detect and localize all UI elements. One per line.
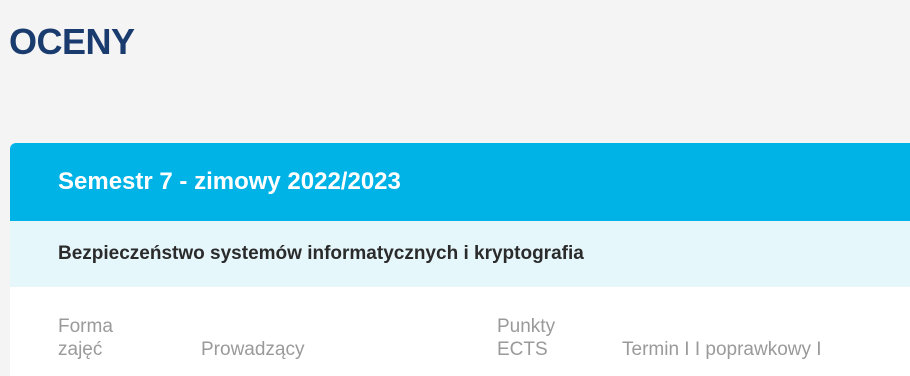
column-header-punkty-line2: ECTS xyxy=(497,339,548,360)
column-header-punkty-line1: Punkty xyxy=(497,316,556,337)
page-title: OCENY xyxy=(9,21,135,62)
column-header-forma-line1: Forma xyxy=(58,316,113,337)
semester-card: Semestr 7 - zimowy 2022/2023 Bezpieczeńs… xyxy=(10,143,910,376)
column-header-prowadzacy: Prowadzący xyxy=(201,339,305,360)
semester-header[interactable]: Semestr 7 - zimowy 2022/2023 xyxy=(10,143,910,221)
column-header-forma-line2: zajęć xyxy=(58,339,103,360)
course-name: Bezpieczeństwo systemów informatycznych … xyxy=(58,243,584,264)
grades-table-header: Forma zajęć Prowadzący Punkty ECTS Termi… xyxy=(10,287,910,376)
grades-page: OCENY Semestr 7 - zimowy 2022/2023 Bezpi… xyxy=(0,0,910,376)
column-header-punkty-ects: Punkty ECTS xyxy=(497,315,555,361)
course-name-row[interactable]: Bezpieczeństwo systemów informatycznych … xyxy=(10,221,910,287)
semester-title: Semestr 7 - zimowy 2022/2023 xyxy=(58,168,401,195)
column-header-forma-zajec: Forma zajęć xyxy=(58,315,113,361)
column-header-termin: Termin I I poprawkowy I xyxy=(622,339,822,360)
